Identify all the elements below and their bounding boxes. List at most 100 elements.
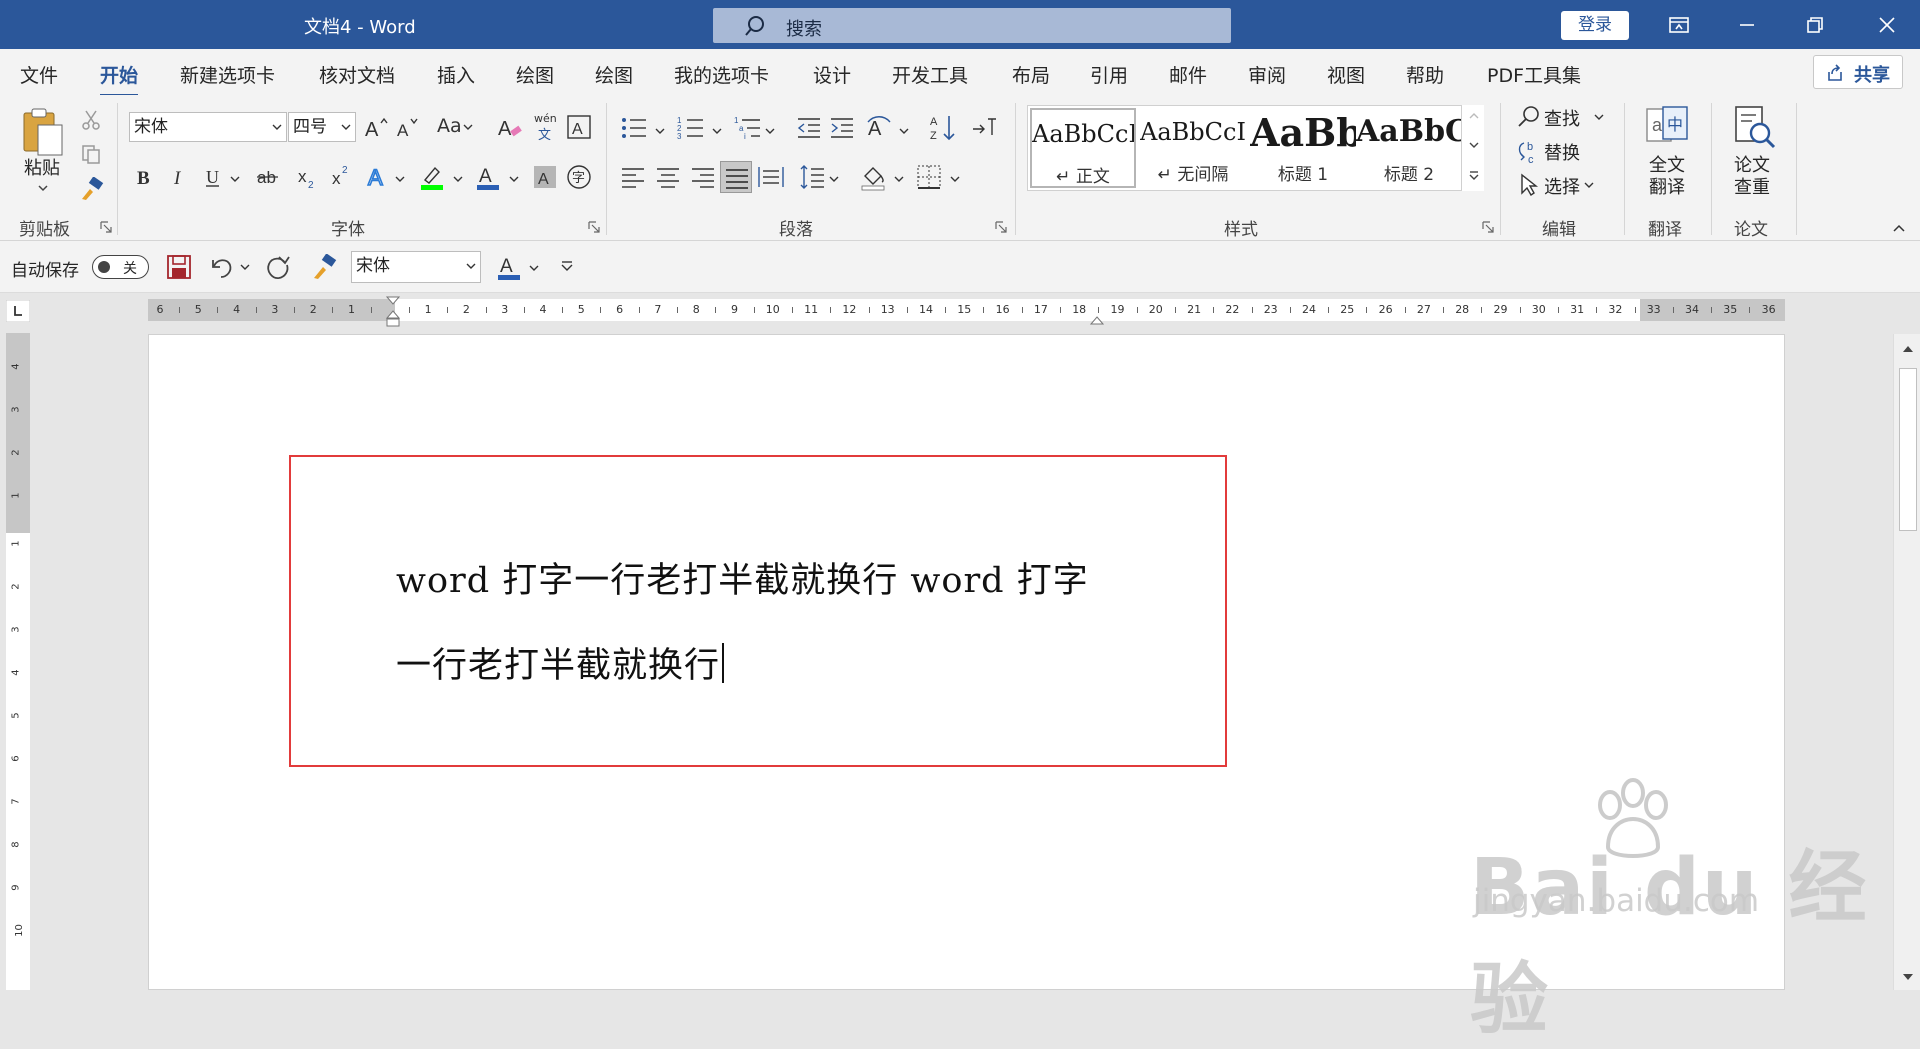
italic-icon[interactable]: I (170, 165, 190, 189)
login-button[interactable]: 登录 (1561, 11, 1629, 40)
customize-qat-icon[interactable] (560, 260, 574, 272)
tab-design[interactable]: 设计 (813, 61, 851, 88)
change-case-button[interactable]: Aa (437, 115, 462, 137)
bullets-icon[interactable] (620, 115, 648, 141)
chevron-down-icon[interactable] (655, 127, 665, 135)
tab-pdf-tools[interactable]: PDF工具集 (1487, 61, 1581, 88)
vertical-ruler[interactable]: 4 3 2 1 1 2 3 4 5 6 7 8 9 10 (6, 333, 30, 990)
decrease-indent-icon[interactable] (796, 115, 822, 141)
grow-font-icon[interactable]: A (364, 115, 390, 139)
tab-review[interactable]: 审阅 (1248, 61, 1286, 88)
close-icon[interactable] (1872, 10, 1902, 40)
copy-icon[interactable] (80, 143, 102, 165)
plagiarism-label-1[interactable]: 论文 (1734, 154, 1770, 177)
font-color-icon[interactable]: A (475, 163, 503, 191)
document-line-1[interactable]: word 打字一行老打半截就换行 word 打字 (396, 552, 1089, 603)
phonetic-guide-label[interactable]: wén (534, 112, 557, 125)
shading-icon[interactable] (860, 163, 888, 191)
multilevel-list-icon[interactable]: 1ai (734, 115, 762, 141)
indent-marker-icon[interactable] (386, 296, 400, 332)
align-right-icon[interactable] (690, 165, 716, 189)
tab-selector-icon[interactable] (6, 300, 30, 322)
superscript-icon[interactable]: x2 (330, 163, 354, 189)
chevron-down-icon[interactable] (230, 175, 240, 183)
clear-formatting-icon[interactable]: A (496, 113, 524, 141)
phonetic-guide-icon[interactable]: 文 (536, 125, 558, 141)
paste-label[interactable]: 粘贴 (24, 157, 60, 180)
tab-layout[interactable]: 布局 (1012, 61, 1050, 88)
tab-draw-1[interactable]: 绘图 (516, 61, 554, 88)
restore-icon[interactable] (1800, 10, 1830, 40)
highlight-color-icon[interactable] (419, 163, 447, 191)
strikethrough-icon[interactable]: ab (256, 165, 282, 189)
redo-icon[interactable] (264, 254, 292, 282)
chevron-down-icon[interactable] (829, 175, 839, 183)
tab-draw-2[interactable]: 绘图 (595, 61, 633, 88)
borders-icon[interactable] (916, 164, 942, 190)
chevron-down-icon[interactable] (1584, 181, 1594, 189)
format-painter-icon[interactable] (310, 254, 338, 280)
distributed-icon[interactable] (757, 165, 785, 189)
line-spacing-icon[interactable] (798, 163, 826, 191)
enclose-characters-icon[interactable]: 字 (566, 164, 592, 190)
autosave-toggle[interactable]: 关 (92, 255, 149, 279)
font-name-select[interactable]: 宋体 (129, 112, 287, 142)
right-indent-marker-icon[interactable] (1090, 316, 1104, 326)
chevron-down-icon[interactable] (395, 175, 405, 183)
align-center-icon[interactable] (655, 165, 681, 189)
numbering-icon[interactable]: 123 (677, 115, 705, 141)
more-styles-icon[interactable] (1468, 169, 1480, 183)
tab-new-tab[interactable]: 新建选项卡 (180, 61, 275, 88)
search-box[interactable]: 搜索 (713, 8, 1231, 43)
tab-home[interactable]: 开始 (100, 61, 139, 97)
font-size-select[interactable]: 四号 (288, 112, 356, 142)
tab-references[interactable]: 引用 (1090, 61, 1128, 88)
chevron-down-icon[interactable] (529, 264, 539, 272)
font-launcher-icon[interactable] (588, 221, 600, 233)
style-normal[interactable]: AaBbCcI ↵ 正文 (1030, 108, 1136, 188)
sort-icon[interactable]: AZ (929, 113, 957, 143)
tab-developer[interactable]: 开发工具 (892, 61, 968, 88)
chevron-down-icon[interactable] (899, 127, 909, 135)
scrollbar-thumb[interactable] (1899, 368, 1917, 531)
plagiarism-check-icon[interactable] (1732, 105, 1778, 151)
subscript-icon[interactable]: x2 (296, 165, 320, 191)
tab-proofread[interactable]: 核对文档 (319, 61, 395, 88)
chevron-down-icon[interactable] (509, 175, 519, 183)
style-heading-2[interactable]: AaBbC 标题 2 (1356, 108, 1462, 188)
translate-icon[interactable]: a中 (1645, 105, 1691, 149)
share-button[interactable]: 共享 (1813, 55, 1903, 89)
tab-help[interactable]: 帮助 (1406, 61, 1444, 88)
increase-indent-icon[interactable] (829, 115, 855, 141)
tab-my-tab[interactable]: 我的选项卡 (674, 61, 769, 88)
chevron-down-icon[interactable] (950, 175, 960, 183)
chevron-down-icon[interactable] (463, 123, 473, 131)
find-label[interactable]: 查找 (1544, 105, 1580, 131)
find-icon[interactable] (1517, 105, 1541, 129)
undo-icon[interactable] (207, 254, 235, 280)
justify-button[interactable] (720, 161, 752, 193)
tab-view[interactable]: 视图 (1327, 61, 1365, 88)
chevron-down-icon[interactable] (453, 175, 463, 183)
chevron-down-icon[interactable] (240, 263, 250, 271)
shrink-font-icon[interactable]: A (396, 115, 422, 139)
select-label[interactable]: 选择 (1544, 173, 1580, 199)
translate-label-1[interactable]: 全文 (1649, 154, 1685, 177)
chinese-layout-icon[interactable]: A (866, 113, 898, 141)
format-painter-icon[interactable] (78, 177, 104, 201)
cut-icon[interactable] (80, 109, 102, 131)
translate-label-2[interactable]: 翻译 (1649, 176, 1685, 199)
style-heading-1[interactable]: AaBb 标题 1 (1250, 108, 1356, 188)
bold-icon[interactable]: B (135, 165, 155, 189)
character-shading-icon[interactable]: A (533, 165, 557, 189)
plagiarism-label-2[interactable]: 查重 (1734, 176, 1770, 199)
chevron-down-icon[interactable] (712, 127, 722, 135)
chevron-down-icon[interactable] (1468, 140, 1480, 150)
tab-file[interactable]: 文件 (20, 61, 58, 88)
text-effects-icon[interactable]: A (366, 163, 392, 191)
styles-launcher-icon[interactable] (1482, 221, 1494, 233)
clipboard-launcher-icon[interactable] (100, 221, 112, 233)
font-color-icon[interactable]: A (496, 253, 522, 281)
style-no-spacing[interactable]: AaBbCcI ↵ 无间隔 (1140, 108, 1246, 188)
chevron-down-icon[interactable] (765, 127, 775, 135)
